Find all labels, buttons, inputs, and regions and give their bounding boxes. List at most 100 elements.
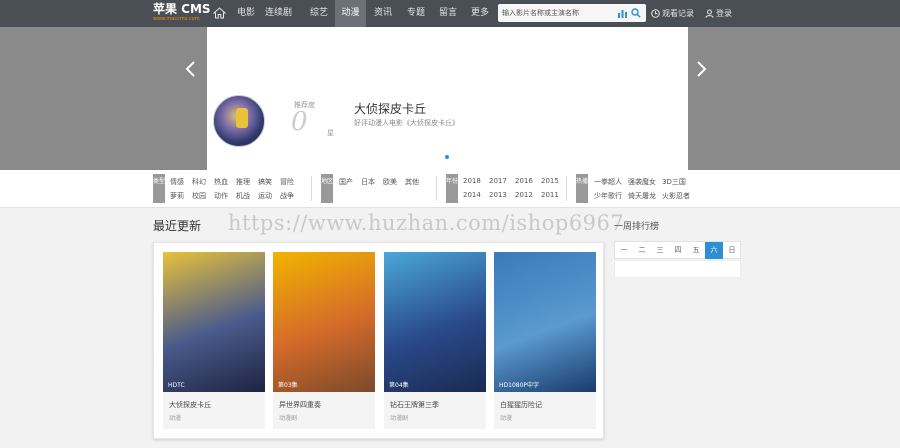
filter-divider [311,176,312,201]
movie-card[interactable]: HDTC 大侦探皮卡丘 动漫 [163,252,265,429]
filter-option[interactable]: 日本 [361,177,375,187]
filter-option[interactable]: 机战 [236,191,250,201]
banner-title[interactable]: 大侦探皮卡丘 [354,100,426,117]
poster-badge: 第04集 [389,382,409,389]
filter-option[interactable]: 一拳超人 [594,177,622,187]
filter-option[interactable]: 动作 [214,191,228,201]
filter-option[interactable]: 欧美 [383,177,397,187]
filter-option[interactable]: 火影忍者 [662,191,690,201]
movie-card[interactable]: 第04集钻石王牌第三季 动漫剧 [384,252,486,429]
logo-subtext: www.maccms.com [153,16,200,22]
movie-poster[interactable]: HD1080P中字 [494,252,596,392]
poster-badge: 第03集 [278,382,298,389]
filter-tag-hot: 热播 [576,174,588,203]
rank-tab[interactable]: 一 [615,242,633,259]
rank-tab[interactable]: 三 [651,242,669,259]
filter-tag-region: 地区 [321,174,333,203]
movie-meta: 动漫 [169,415,182,422]
filter-option[interactable]: 2011 [541,191,559,199]
movie-poster[interactable]: HDTC [163,252,265,392]
nav-item[interactable]: 综艺 [305,0,333,27]
banner-subtitle: 好评动漫人电影《大侦探皮卡丘》 [354,119,459,127]
poster-badge: HD1080P中字 [499,382,540,389]
movie-grid: HDTC 大侦探皮卡丘 动漫 第03集 异世界四重奏 动漫剧 第04集 钻石王牌第三季 动漫剧 H… [153,242,604,439]
filter-option[interactable]: 3D三国 [662,177,686,187]
filter-option[interactable]: 强袭魔女 [628,177,656,187]
nav-item[interactable]: 连续剧 [256,0,301,27]
movie-meta: 动漫剧 [390,415,409,422]
filter-option[interactable]: 倚天屠龙 [628,191,656,201]
search-box [498,4,646,22]
movie-meta: 动漫 [500,415,513,422]
movie-card[interactable]: HD1080P中字 白猩猩历险记 动漫 [494,252,596,429]
filter-option[interactable]: 国产 [339,177,353,187]
search-input[interactable] [498,4,612,22]
movie-poster[interactable]: 第04集 [384,252,486,392]
movie-title[interactable]: 钻石王牌第三季 [390,400,439,410]
filter-option[interactable]: 运动 [258,191,272,201]
login-label: 登录 [716,9,732,18]
rank-tabs: 一二三四五六日 [614,241,741,259]
clock-icon [651,9,660,18]
search-icon[interactable] [631,8,641,18]
movie-meta: 动漫剧 [279,415,298,422]
movie-card[interactable]: 第03集异世界四重奏 动漫剧 [273,252,375,429]
logo-text: 苹果 CMS [153,2,211,16]
login-link[interactable]: 登录 [705,0,732,27]
movie-title[interactable]: 白猩猩历险记 [500,400,542,410]
nav-item[interactable]: 专题 [402,0,430,27]
filter-divider [436,176,437,201]
filter-option[interactable]: 科幻 [192,177,206,187]
top-navbar: 苹果 CMS www.maccms.com 电影 连续剧 综艺 动漫 资讯 专题 留言 更多 … [0,0,900,27]
movie-title[interactable]: 大侦探皮卡丘 [169,400,211,410]
movie-title[interactable]: 异世界四重奏 [279,400,321,410]
filter-option[interactable]: 2018 [463,177,481,185]
filter-option[interactable]: 热血 [214,177,228,187]
rank-tab[interactable]: 四 [669,242,687,259]
nav-item[interactable]: 留言 [434,0,462,27]
filter-option[interactable]: 冒险 [280,177,294,187]
filter-option[interactable]: 萝莉 [170,191,184,201]
slide-indicator-dot[interactable] [445,155,449,159]
filter-option[interactable]: 校园 [192,191,206,201]
filter-option[interactable]: 2012 [515,191,533,199]
nav-item[interactable]: 更多 [466,0,494,27]
hot-search-icon[interactable] [618,8,627,18]
banner-poster[interactable] [213,95,265,147]
poster-badge: HDTC [168,382,185,389]
rank-tab[interactable]: 二 [633,242,651,259]
nav-item[interactable]: 资讯 [368,0,398,27]
next-arrow-icon[interactable] [693,59,709,79]
nav-item[interactable]: 电影 [236,0,256,27]
filter-option[interactable]: 2017 [489,177,507,185]
rank-tab[interactable]: 六 [705,242,723,259]
filter-option[interactable]: 推理 [236,177,250,187]
filter-option[interactable]: 2016 [515,177,533,185]
prev-arrow-icon[interactable] [183,59,199,79]
banner-slide[interactable]: 推荐度 0 星 大侦探皮卡丘 好评动漫人电影《大侦探皮卡丘》 [207,27,688,170]
user-icon [705,9,714,18]
filter-option[interactable]: 其他 [405,177,419,187]
filter-option[interactable]: 搞笑 [258,177,272,187]
rating-unit: 星 [327,129,334,137]
rank-tab[interactable]: 日 [723,242,741,259]
filter-option[interactable]: 少年歌行 [594,191,622,201]
section-title: 最近更新 [153,219,202,233]
history-link[interactable]: 观看记录 [651,0,694,27]
rank-tab[interactable]: 五 [687,242,705,259]
nav-item[interactable]: 动漫 [335,0,366,27]
filter-divider [566,176,567,201]
site-logo[interactable]: 苹果 CMS www.maccms.com [153,2,211,23]
filter-option[interactable]: 战争 [280,191,294,201]
filter-option[interactable]: 情感 [170,177,184,187]
home-icon[interactable] [213,7,226,19]
filter-bar: 类型 情感 科幻 热血 推理 搞笑 冒险 萝莉 校园 动作 机战 运动 战争 地区 国产 日本 欧美 其他 … [0,170,900,208]
rating-score: 0 [291,107,308,137]
filter-option[interactable]: 2015 [541,177,559,185]
watermark: https://www.huzhan.com/ishop6967 [228,211,625,235]
filter-tag-year: 年份 [446,174,458,203]
rank-title: 一周排行榜 [614,222,660,232]
movie-poster[interactable]: 第03集 [273,252,375,392]
filter-option[interactable]: 2013 [489,191,507,199]
filter-option[interactable]: 2014 [463,191,481,199]
